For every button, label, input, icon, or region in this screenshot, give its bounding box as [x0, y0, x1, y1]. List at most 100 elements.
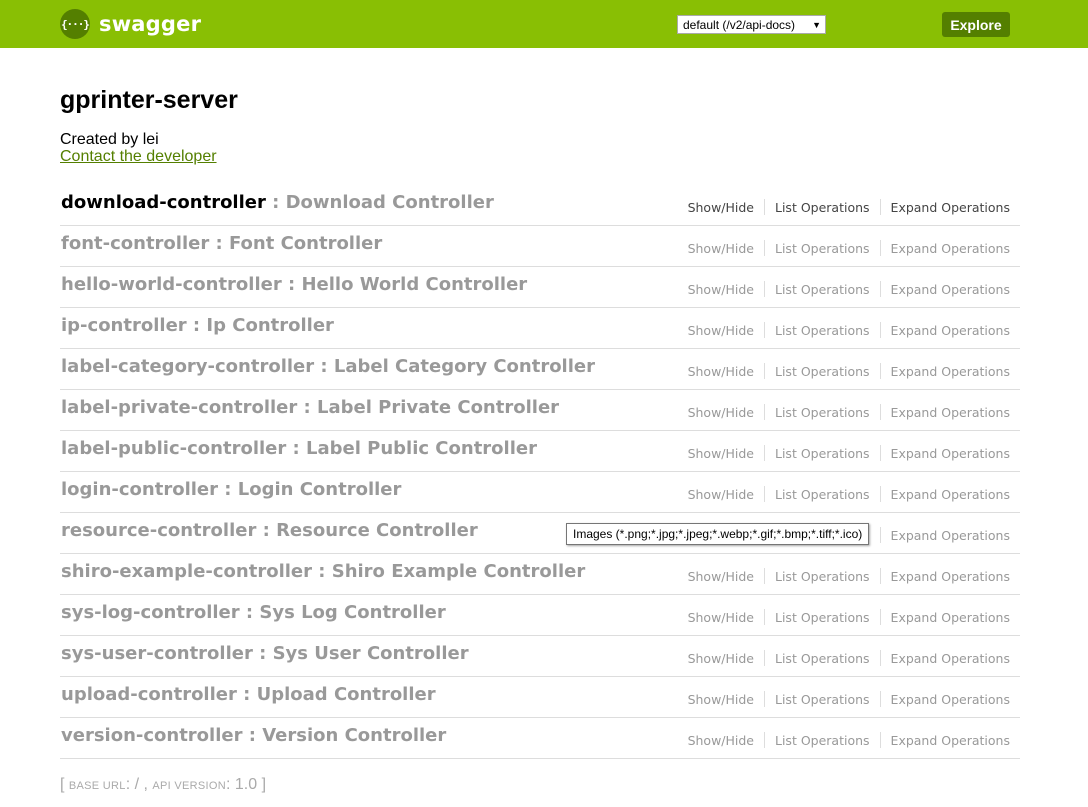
resource-row: hello-world-controller : Hello World Con… — [60, 267, 1020, 308]
resource-heading-link[interactable]: download-controller : Download Controlle… — [61, 192, 494, 213]
resource-name: hello-world-controller — [61, 274, 282, 295]
expand-operations-link[interactable]: Expand Operations — [891, 241, 1010, 257]
expand-operations-link[interactable]: Expand Operations — [891, 692, 1010, 708]
resource-heading-link[interactable]: version-controller : Version Controller — [61, 725, 446, 746]
ops-divider — [764, 691, 765, 707]
resource-operations: Show/Hide List Operations Expand Operation… — [688, 322, 1010, 339]
list-operations-link[interactable]: List Operations — [775, 282, 870, 298]
expand-operations-link[interactable]: Expand Operations — [891, 364, 1010, 380]
show-hide-link[interactable]: Show/Hide — [688, 241, 754, 257]
resource-heading-link[interactable]: label-private-controller : Label Private… — [61, 397, 559, 418]
resource-name: resource-controller — [61, 520, 257, 541]
expand-operations-link[interactable]: Expand Operations — [891, 200, 1010, 216]
resource-name: upload-controller — [61, 684, 237, 705]
show-hide-link[interactable]: Show/Hide — [688, 610, 754, 626]
list-operations-link[interactable]: List Operations — [775, 200, 870, 216]
resource-heading-link[interactable]: hello-world-controller : Hello World Con… — [61, 274, 527, 295]
expand-operations-link[interactable]: Expand Operations — [891, 733, 1010, 749]
ops-divider — [879, 281, 881, 297]
list-operations-link[interactable]: List Operations — [775, 569, 870, 585]
show-hide-link[interactable]: Show/Hide — [688, 692, 754, 708]
expand-operations-link[interactable]: Expand Operations — [891, 528, 1010, 544]
explore-button[interactable]: Explore — [942, 12, 1010, 37]
resource-row: label-public-controller : Label Public C… — [60, 431, 1020, 472]
api-spec-select[interactable]: default (/v2/api-docs) ▼ — [677, 15, 826, 34]
ops-divider — [879, 240, 881, 256]
resource-row: resource-controller : Resource Controlle… — [60, 513, 1020, 554]
show-hide-link[interactable]: Show/Hide — [688, 569, 754, 585]
ops-divider — [879, 527, 881, 543]
contact-developer-link[interactable]: Contact the developer — [60, 148, 217, 166]
resource-name: sys-log-controller — [61, 602, 240, 623]
list-operations-link[interactable]: List Operations — [775, 610, 870, 626]
resource-heading-link[interactable]: sys-user-controller : Sys User Controlle… — [61, 643, 469, 664]
resource-separator: : — [312, 561, 332, 582]
resource-name: version-controller — [61, 725, 243, 746]
api-title: gprinter-server — [60, 86, 238, 114]
show-hide-link[interactable]: Show/Hide — [688, 323, 754, 339]
resource-description: Hello World Controller — [301, 274, 528, 295]
resource-description: Sys User Controller — [272, 643, 469, 664]
resource-description: Download Controller — [285, 192, 494, 213]
swagger-logo-text: swagger — [99, 12, 202, 36]
expand-operations-link[interactable]: Expand Operations — [891, 446, 1010, 462]
show-hide-link[interactable]: Show/Hide — [688, 405, 754, 421]
show-hide-link[interactable]: Show/Hide — [688, 364, 754, 380]
api-version-value: : 1.0 — [225, 776, 258, 793]
resource-description: Label Public Controller — [305, 438, 537, 459]
resource-row: sys-log-controller : Sys Log Controller S… — [60, 595, 1020, 636]
expand-operations-link[interactable]: Expand Operations — [891, 282, 1010, 298]
resource-separator: : — [256, 520, 277, 541]
resource-operations: Show/Hide List Operations Expand Operation… — [688, 445, 1010, 462]
expand-operations-link[interactable]: Expand Operations — [891, 569, 1010, 585]
show-hide-link[interactable]: Show/Hide — [688, 282, 754, 298]
expand-operations-link[interactable]: Expand Operations — [891, 405, 1010, 421]
resource-description: Ip Controller — [206, 315, 334, 336]
resource-heading-link[interactable]: login-controller : Login Controller — [61, 479, 401, 500]
resource-separator: : — [186, 315, 207, 336]
list-operations-link[interactable]: List Operations — [775, 405, 870, 421]
expand-operations-link[interactable]: Expand Operations — [891, 610, 1010, 626]
list-operations-link[interactable]: List Operations — [775, 487, 870, 503]
resource-heading-link[interactable]: sys-log-controller : Sys Log Controller — [61, 602, 446, 623]
ops-divider — [764, 609, 765, 625]
resource-name: font-controller — [61, 233, 210, 254]
show-hide-link[interactable]: Show/Hide — [688, 651, 754, 667]
dropdown-arrow-icon: ▼ — [812, 19, 821, 30]
resource-heading-link[interactable]: label-category-controller : Label Catego… — [61, 356, 595, 377]
resource-heading-link[interactable]: font-controller : Font Controller — [61, 233, 382, 254]
show-hide-link[interactable]: Show/Hide — [688, 733, 754, 749]
resource-heading-link[interactable]: ip-controller : Ip Controller — [61, 315, 334, 336]
list-operations-link[interactable]: List Operations — [775, 241, 870, 257]
resource-separator: : — [265, 192, 286, 213]
swagger-logo[interactable]: {···} swagger — [60, 8, 201, 40]
resource-separator: : — [236, 684, 257, 705]
expand-operations-link[interactable]: Expand Operations — [891, 323, 1010, 339]
resource-separator: : — [218, 479, 238, 500]
expand-operations-link[interactable]: Expand Operations — [891, 487, 1010, 503]
show-hide-link[interactable]: Show/Hide — [688, 200, 754, 216]
show-hide-link[interactable]: Show/Hide — [688, 487, 754, 503]
resource-operations: Show/Hide List Operations Expand Operation… — [688, 609, 1010, 626]
list-operations-link[interactable]: List Operations — [775, 692, 870, 708]
resource-description: Label Category Controller — [333, 356, 595, 377]
ops-divider — [764, 281, 765, 297]
list-operations-link[interactable]: List Operations — [775, 323, 870, 339]
list-operations-link[interactable]: List Operations — [775, 651, 870, 667]
resource-heading-link[interactable]: resource-controller : Resource Controlle… — [61, 520, 478, 541]
resource-heading-link[interactable]: label-public-controller : Label Public C… — [61, 438, 537, 459]
resource-heading-link[interactable]: shiro-example-controller : Shiro Example… — [61, 561, 585, 582]
resource-separator: : — [239, 602, 260, 623]
expand-operations-link[interactable]: Expand Operations — [891, 651, 1010, 667]
list-operations-link[interactable]: List Operations — [775, 364, 870, 380]
base-url-value: : / , — [125, 776, 153, 793]
resource-operations: Show/Hide List Operations Expand Operation… — [688, 363, 1010, 380]
resource-operations: Show/Hide List Operations Expand Operation… — [688, 404, 1010, 421]
ops-divider — [879, 568, 881, 584]
list-operations-link[interactable]: List Operations — [775, 446, 870, 462]
show-hide-link[interactable]: Show/Hide — [688, 446, 754, 462]
resource-row: font-controller : Font Controller Show/Hi… — [60, 226, 1020, 267]
resource-heading-link[interactable]: upload-controller : Upload Controller — [61, 684, 436, 705]
ops-divider — [764, 363, 765, 379]
list-operations-link[interactable]: List Operations — [775, 733, 870, 749]
